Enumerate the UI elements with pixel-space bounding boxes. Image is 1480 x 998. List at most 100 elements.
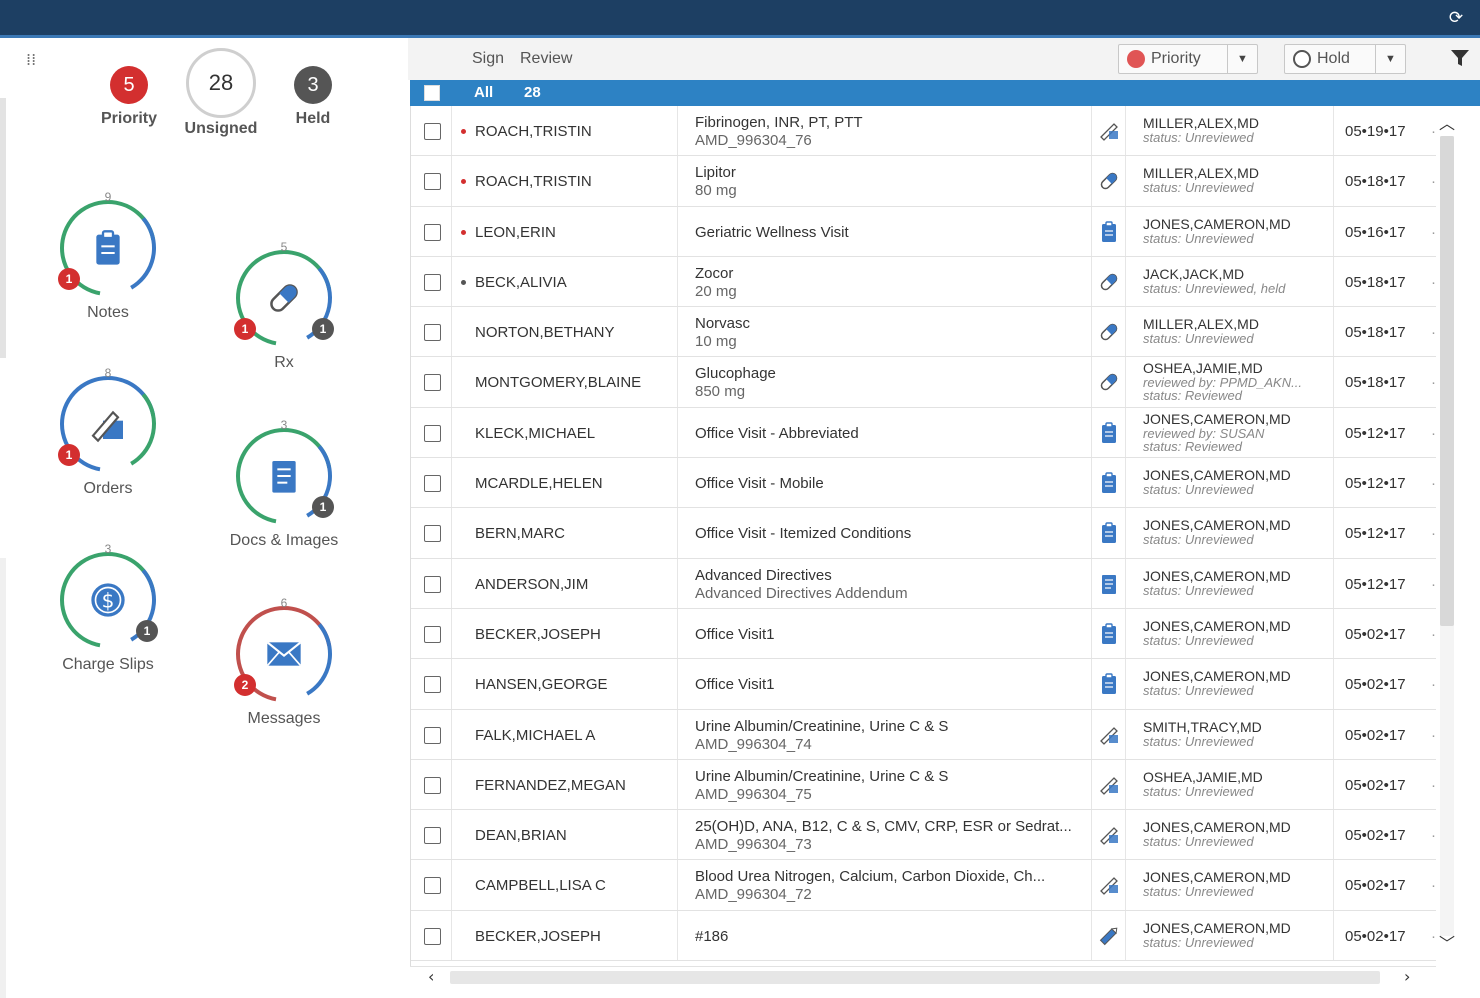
filter-icon[interactable]	[1450, 48, 1470, 68]
patient-name[interactable]: DEAN,BRIAN	[475, 827, 567, 844]
item-cell[interactable]: Zocor 20 mg	[695, 265, 1085, 301]
patient-name[interactable]: FERNANDEZ,MEGAN	[475, 777, 626, 794]
summary-unsigned[interactable]: 28 Unsigned	[176, 48, 266, 138]
horizontal-scroll-track[interactable]	[450, 971, 1380, 984]
row-checkbox[interactable]	[424, 776, 441, 794]
table-row[interactable]: FALK,MICHAEL A Urine Albumin/Creatinine,…	[411, 709, 1436, 760]
item-cell[interactable]: Office Visit1	[695, 626, 1085, 644]
patient-name[interactable]: BECKER,JOSEPH	[475, 928, 601, 945]
horizontal-scrollbar[interactable]: ‹ ›	[410, 966, 1436, 987]
item-cell[interactable]: Office Visit - Itemized Conditions	[695, 525, 1085, 543]
hold-dropdown-icon[interactable]: ▼	[1375, 45, 1405, 73]
patient-name[interactable]: HANSEN,GEORGE	[475, 676, 608, 693]
category-rx[interactable]: 5 1 1 Rx	[214, 240, 354, 372]
row-checkbox[interactable]	[424, 424, 441, 442]
patient-name[interactable]: CAMPBELL,LISA C	[475, 877, 606, 894]
table-row[interactable]: ANDERSON,JIM Advanced Directives Advanced…	[411, 558, 1436, 609]
row-checkbox[interactable]	[424, 726, 441, 744]
row-checkbox[interactable]	[424, 575, 441, 593]
item-cell[interactable]: Blood Urea Nitrogen, Calcium, Carbon Dio…	[695, 868, 1085, 904]
row-checkbox[interactable]	[424, 827, 441, 845]
patient-name[interactable]: NORTON,BETHANY	[475, 324, 614, 341]
scroll-thumb[interactable]	[1440, 136, 1454, 626]
table-row[interactable]: MCARDLE,HELEN Office Visit - Mobile JONE…	[411, 458, 1436, 509]
scroll-left-icon[interactable]: ‹	[428, 967, 434, 986]
category-notes[interactable]: 9 1 Notes	[38, 190, 178, 322]
summary-held[interactable]: 3 Held	[268, 48, 358, 128]
item-cell[interactable]: Geriatric Wellness Visit	[695, 224, 1085, 242]
priority-dropdown-icon[interactable]: ▼	[1227, 45, 1257, 73]
row-checkbox[interactable]	[424, 877, 441, 895]
patient-name[interactable]: BECK,ALIVIA	[475, 274, 567, 291]
table-row[interactable]: KLECK,MICHAEL Office Visit - Abbreviated…	[411, 407, 1436, 459]
patient-name[interactable]: ROACH,TRISTIN	[475, 123, 592, 140]
row-checkbox[interactable]	[424, 475, 441, 493]
patient-name[interactable]: MONTGOMERY,BLAINE	[475, 374, 641, 391]
row-checkbox[interactable]	[424, 173, 441, 191]
item-cell[interactable]: Urine Albumin/Creatinine, Urine C & S AMD…	[695, 768, 1085, 804]
patient-name[interactable]: KLECK,MICHAEL	[475, 425, 595, 442]
item-cell[interactable]: Advanced Directives Advanced Directives A…	[695, 567, 1085, 603]
table-row[interactable]: ROACH,TRISTIN Fibrinogen, INR, PT, PTT AM…	[411, 106, 1436, 157]
table-row[interactable]: DEAN,BRIAN 25(OH)D, ANA, B12, C & S, CMV…	[411, 810, 1436, 861]
hold-button[interactable]: Hold ▼	[1284, 44, 1406, 74]
item-cell[interactable]: Office Visit1	[695, 676, 1085, 694]
table-row[interactable]: BECKER,JOSEPH #186 JONES,CAMERON,MD stat…	[411, 910, 1436, 962]
table-row[interactable]: NORTON,BETHANY Norvasc 10 mg MILLER,ALEX,…	[411, 307, 1436, 358]
select-all-checkbox[interactable]	[424, 85, 440, 101]
table-row[interactable]: BECKER,JOSEPH Office Visit1 JONES,CAMERO…	[411, 608, 1436, 660]
row-checkbox[interactable]	[424, 374, 441, 392]
scroll-right-icon[interactable]: ›	[1404, 967, 1410, 986]
patient-name[interactable]: BECKER,JOSEPH	[475, 626, 601, 643]
item-cell[interactable]: Office Visit - Abbreviated	[695, 425, 1085, 443]
scroll-down-icon[interactable]: ﹀	[1438, 930, 1456, 954]
row-checkbox[interactable]	[424, 324, 441, 342]
tab-review[interactable]: Review	[520, 50, 572, 68]
patient-name[interactable]: MCARDLE,HELEN	[475, 475, 603, 492]
category-messages[interactable]: 6 2 Messages	[214, 596, 354, 728]
row-checkbox[interactable]	[424, 676, 441, 694]
all-filter-label[interactable]: All	[474, 84, 493, 101]
item-cell[interactable]: Glucophage 850 mg	[695, 365, 1085, 401]
category-charge-slips[interactable]: 3 $ 1 Charge Slips	[38, 542, 178, 674]
table-row[interactable]: HANSEN,GEORGE Office Visit1 JONES,CAMERO…	[411, 659, 1436, 710]
table-row[interactable]: LEON,ERIN Geriatric Wellness Visit JONES…	[411, 206, 1436, 257]
row-date: 05•02•17	[1345, 827, 1406, 845]
patient-name[interactable]: ANDERSON,JIM	[475, 576, 588, 593]
table-row[interactable]: BECK,ALIVIA Zocor 20 mg JACK,JACK,MD stat…	[411, 256, 1436, 308]
row-checkbox[interactable]	[424, 525, 441, 543]
row-date: 05•02•17	[1345, 676, 1406, 694]
row-checkbox[interactable]	[424, 273, 441, 291]
priority-button[interactable]: Priority ▼	[1118, 44, 1258, 74]
table-row[interactable]: MONTGOMERY,BLAINE Glucophage 850 mg OSHEA…	[411, 357, 1436, 408]
table-row[interactable]: ROACH,TRISTIN Lipitor 80 mg MILLER,ALEX,M…	[411, 156, 1436, 207]
item-cell[interactable]: Norvasc 10 mg	[695, 315, 1085, 351]
category-orders[interactable]: 8 1 Orders	[38, 366, 178, 498]
item-cell[interactable]: 25(OH)D, ANA, B12, C & S, CMV, CRP, ESR …	[695, 818, 1085, 854]
patient-name[interactable]: LEON,ERIN	[475, 224, 556, 241]
row-checkbox[interactable]	[424, 123, 441, 140]
refresh-icon[interactable]: ⟳	[1446, 8, 1466, 28]
table-row[interactable]: CAMPBELL,LISA C Blood Urea Nitrogen, Cal…	[411, 860, 1436, 911]
item-cell[interactable]: Fibrinogen, INR, PT, PTT AMD_996304_76	[695, 114, 1085, 150]
column-divider	[1333, 860, 1334, 910]
table-row[interactable]: BERN,MARC Office Visit - Itemized Condit…	[411, 508, 1436, 559]
item-cell[interactable]: #186	[695, 928, 1085, 946]
patient-name[interactable]: FALK,MICHAEL A	[475, 727, 595, 744]
table-row[interactable]: FERNANDEZ,MEGAN Urine Albumin/Creatinine…	[411, 759, 1436, 811]
row-checkbox[interactable]	[424, 223, 441, 241]
item-cell[interactable]: Lipitor 80 mg	[695, 164, 1085, 200]
category-docs-images[interactable]: 3 1 Docs & Images	[214, 418, 354, 550]
patient-name[interactable]: BERN,MARC	[475, 525, 565, 542]
item-cell[interactable]: Urine Albumin/Creatinine, Urine C & S AMD…	[695, 718, 1085, 754]
summary-priority[interactable]: 5 Priority	[84, 48, 174, 128]
row-checkbox[interactable]	[424, 625, 441, 643]
column-divider	[1091, 659, 1092, 709]
item-cell[interactable]: Office Visit - Mobile	[695, 475, 1085, 493]
vertical-scrollbar[interactable]: ︿ ﹀	[1436, 106, 1480, 966]
row-checkbox[interactable]	[424, 927, 441, 945]
scroll-up-icon[interactable]: ︿	[1438, 110, 1456, 134]
tab-sign[interactable]: Sign	[472, 50, 504, 68]
collapse-panel-icon[interactable]: ⁞⁞	[26, 50, 40, 70]
patient-name[interactable]: ROACH,TRISTIN	[475, 173, 592, 190]
